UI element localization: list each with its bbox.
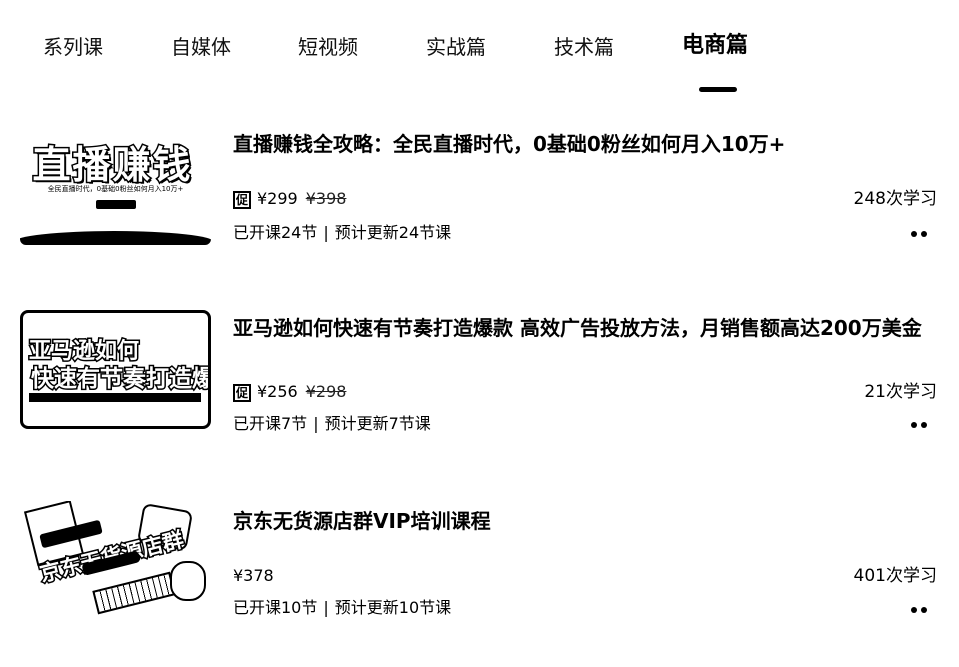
course-meta: 已开课10节 | 预计更新10节课 (233, 598, 451, 618)
thumbnail-strip (29, 393, 201, 402)
tab-short-video[interactable]: 短视频 (298, 34, 358, 60)
course-thumbnail[interactable]: 亚马逊如何 快速有节奏打造爆款 (20, 310, 211, 429)
tab-technique[interactable]: 技术篇 (554, 34, 614, 60)
more-dots-icon[interactable] (909, 420, 929, 430)
thumbnail-decoration (170, 561, 206, 601)
course-meta: 已开课7节 | 预计更新7节课 (233, 414, 431, 434)
thumbnail-subtitle: 全民直播时代，0基础0粉丝如何月入10万+ (47, 185, 184, 193)
tab-practice[interactable]: 实战篇 (426, 34, 486, 60)
active-tab-indicator (699, 87, 737, 92)
course-item[interactable]: 亚马逊如何 快速有节奏打造爆款 亚马逊如何快速有节奏打造爆款 高效广告投放方法，… (0, 310, 959, 450)
price-row: 促 ¥299 ¥398 (233, 189, 346, 209)
more-dots-icon[interactable] (909, 229, 929, 239)
course-thumbnail[interactable]: 直播赚钱 全民直播时代，0基础0粉丝如何月入10万+ (20, 126, 211, 245)
tab-ecommerce[interactable]: 电商篇 (682, 33, 748, 59)
thumbnail-chip (96, 200, 136, 209)
meta-separator: | (323, 598, 329, 617)
promo-badge-icon: 促 (233, 190, 251, 209)
original-price: ¥298 (305, 382, 347, 401)
tab-self-media[interactable]: 自媒体 (171, 34, 231, 60)
learner-count: 401次学习 (853, 566, 937, 586)
tab-series[interactable]: 系列课 (43, 34, 103, 60)
lessons-opened: 已开课7节 (233, 414, 308, 433)
current-price: ¥256 (257, 382, 298, 401)
meta-separator: | (323, 223, 329, 242)
category-tabs: 系列课 自媒体 短视频 实战篇 技术篇 电商篇 (0, 0, 959, 100)
course-item[interactable]: 京东无货源店群 京东无货源店群VIP培训课程 ¥378 401次学习 已开课10… (0, 501, 959, 643)
lessons-opened: 已开课24节 (233, 223, 318, 242)
lessons-opened: 已开课10节 (233, 598, 318, 617)
thumbnail-line-2: 快速有节奏打造爆款 (30, 365, 209, 394)
thumbnail-headline: 直播赚钱 (31, 142, 193, 189)
promo-badge-icon: 促 (233, 383, 251, 402)
original-price: ¥398 (305, 189, 347, 208)
current-price: ¥299 (257, 189, 298, 208)
course-meta: 已开课24节 | 预计更新24节课 (233, 223, 451, 243)
lessons-planned: 预计更新24节课 (334, 223, 452, 242)
course-item[interactable]: 直播赚钱 全民直播时代，0基础0粉丝如何月入10万+ 直播赚钱全攻略：全民直播时… (0, 126, 959, 266)
learner-count: 21次学习 (864, 382, 937, 402)
lessons-planned: 预计更新7节课 (324, 414, 431, 433)
lessons-planned: 预计更新10节课 (334, 598, 452, 617)
course-thumbnail[interactable]: 京东无货源店群 (20, 501, 211, 633)
course-title[interactable]: 直播赚钱全攻略：全民直播时代，0基础0粉丝如何月入10万+ (233, 129, 938, 159)
learner-count: 248次学习 (853, 189, 937, 209)
course-title[interactable]: 京东无货源店群VIP培训课程 (233, 506, 938, 536)
thumbnail-decoration (20, 231, 211, 245)
current-price: ¥378 (233, 566, 274, 585)
course-title[interactable]: 亚马逊如何快速有节奏打造爆款 高效广告投放方法，月销售额高达200万美金 (233, 313, 938, 343)
more-dots-icon[interactable] (909, 605, 929, 615)
price-row: ¥378 (233, 566, 282, 586)
meta-separator: | (313, 414, 319, 433)
price-row: 促 ¥256 ¥298 (233, 382, 346, 402)
thumbnail-keyboard (92, 571, 176, 615)
